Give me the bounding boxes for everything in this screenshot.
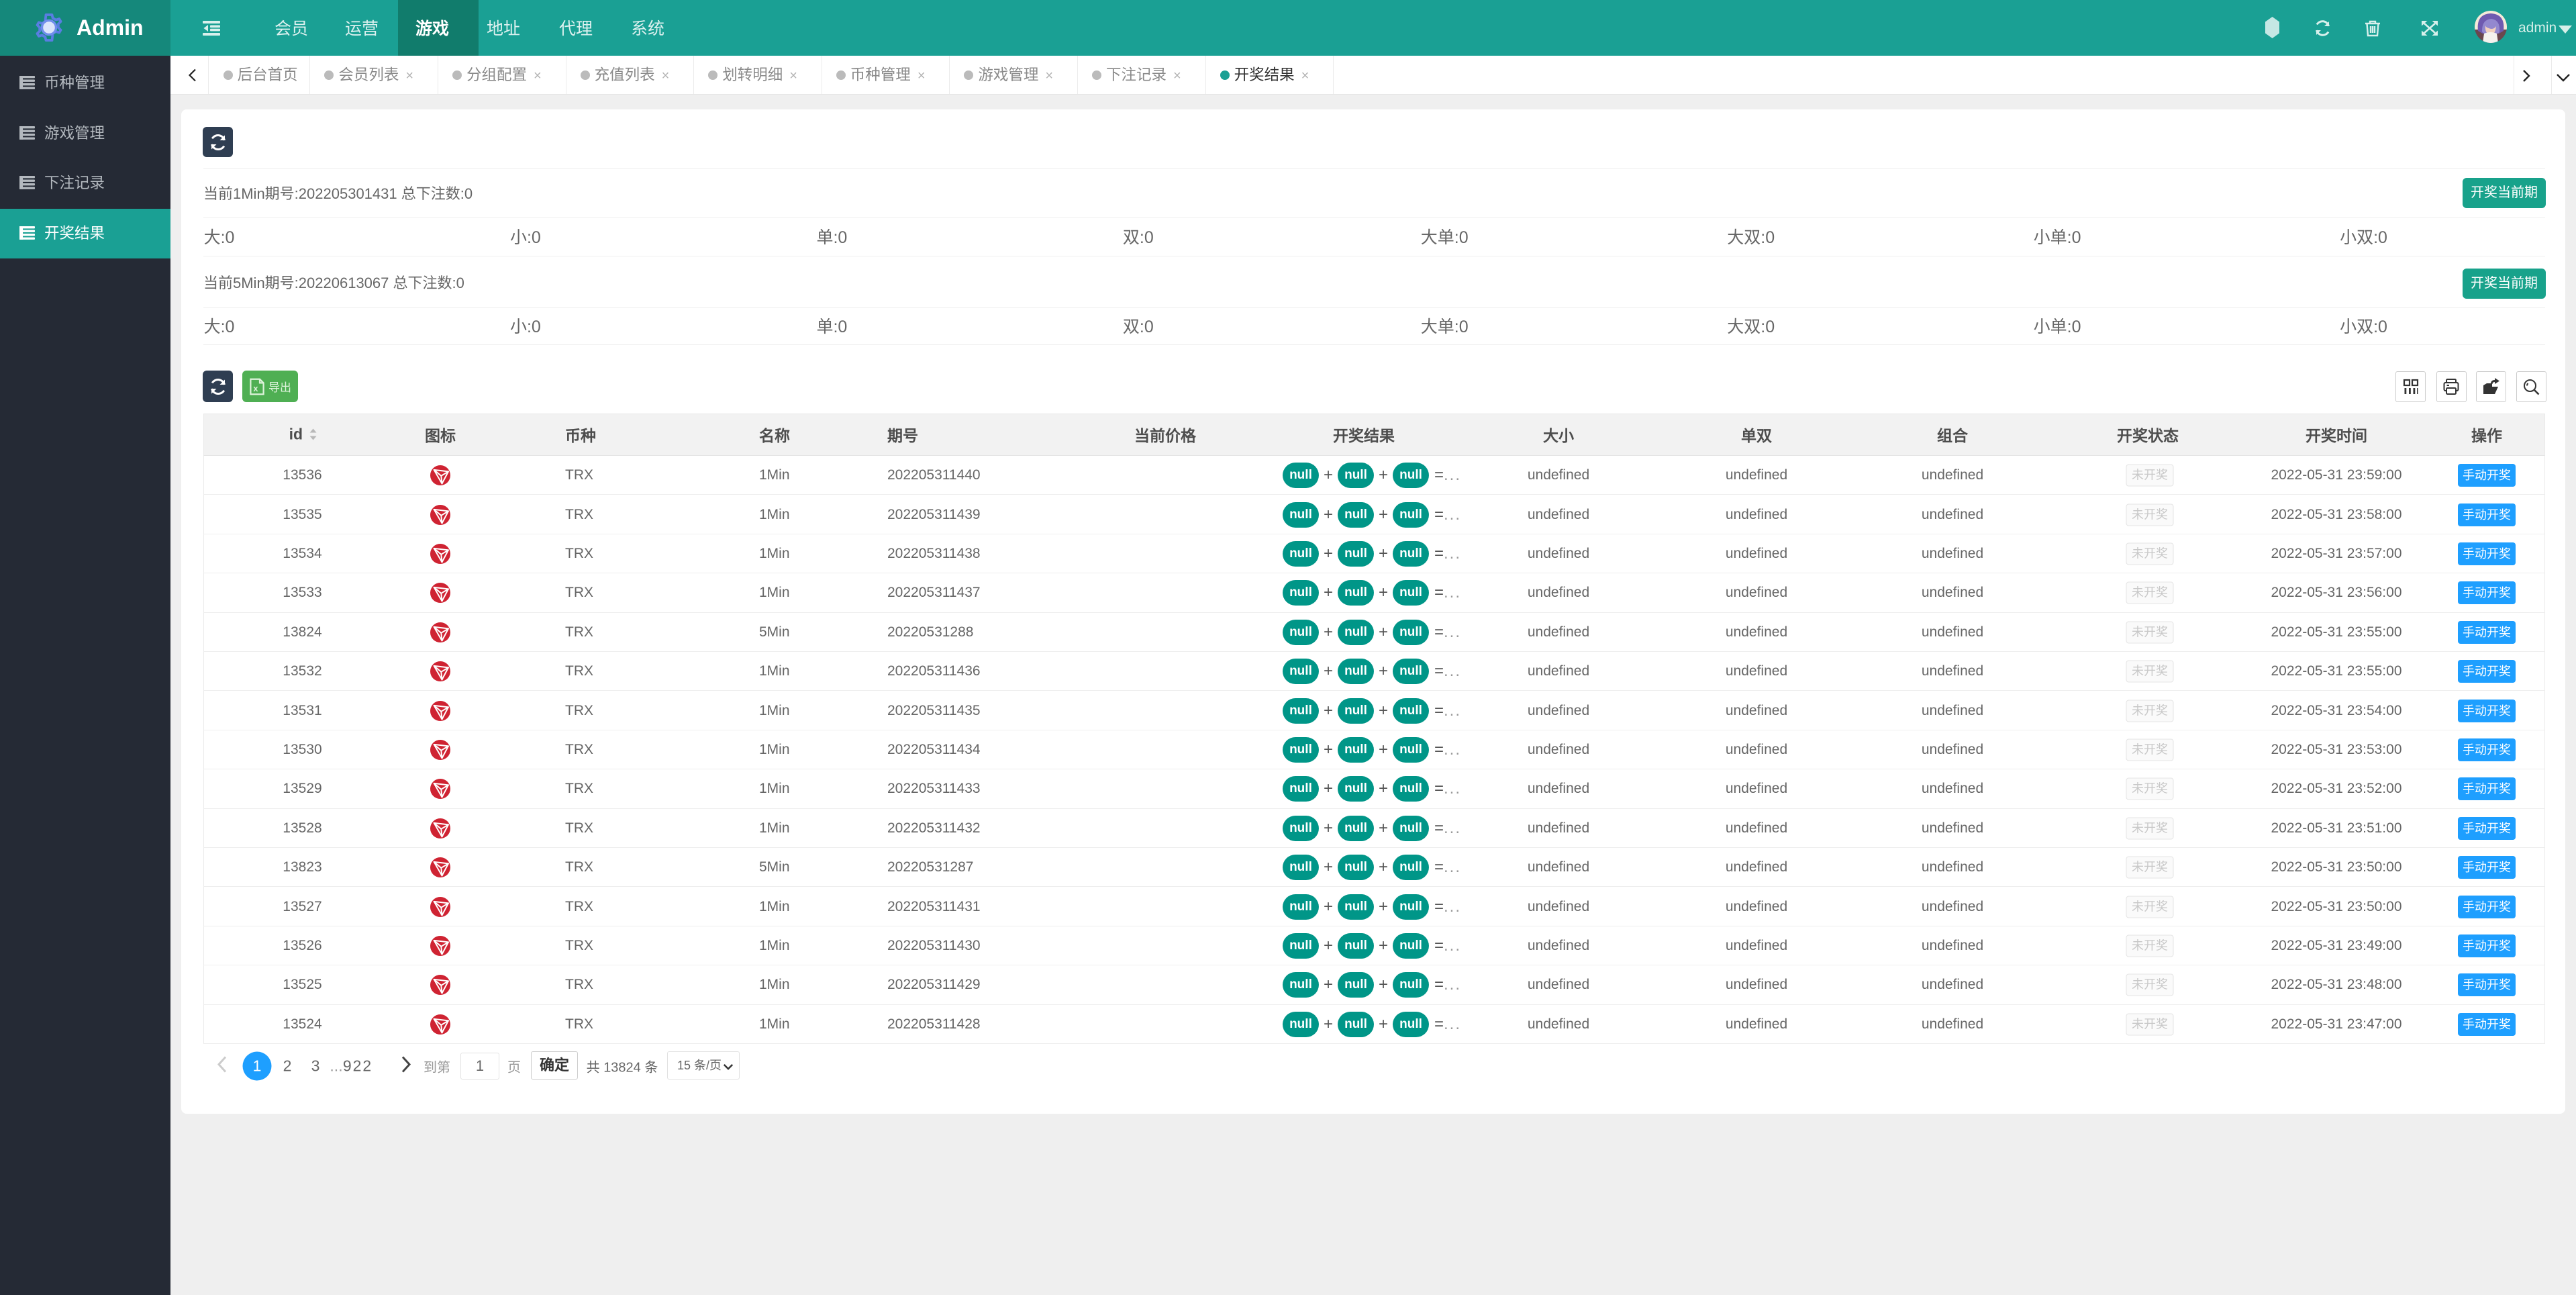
- svg-text:x: x: [253, 383, 258, 393]
